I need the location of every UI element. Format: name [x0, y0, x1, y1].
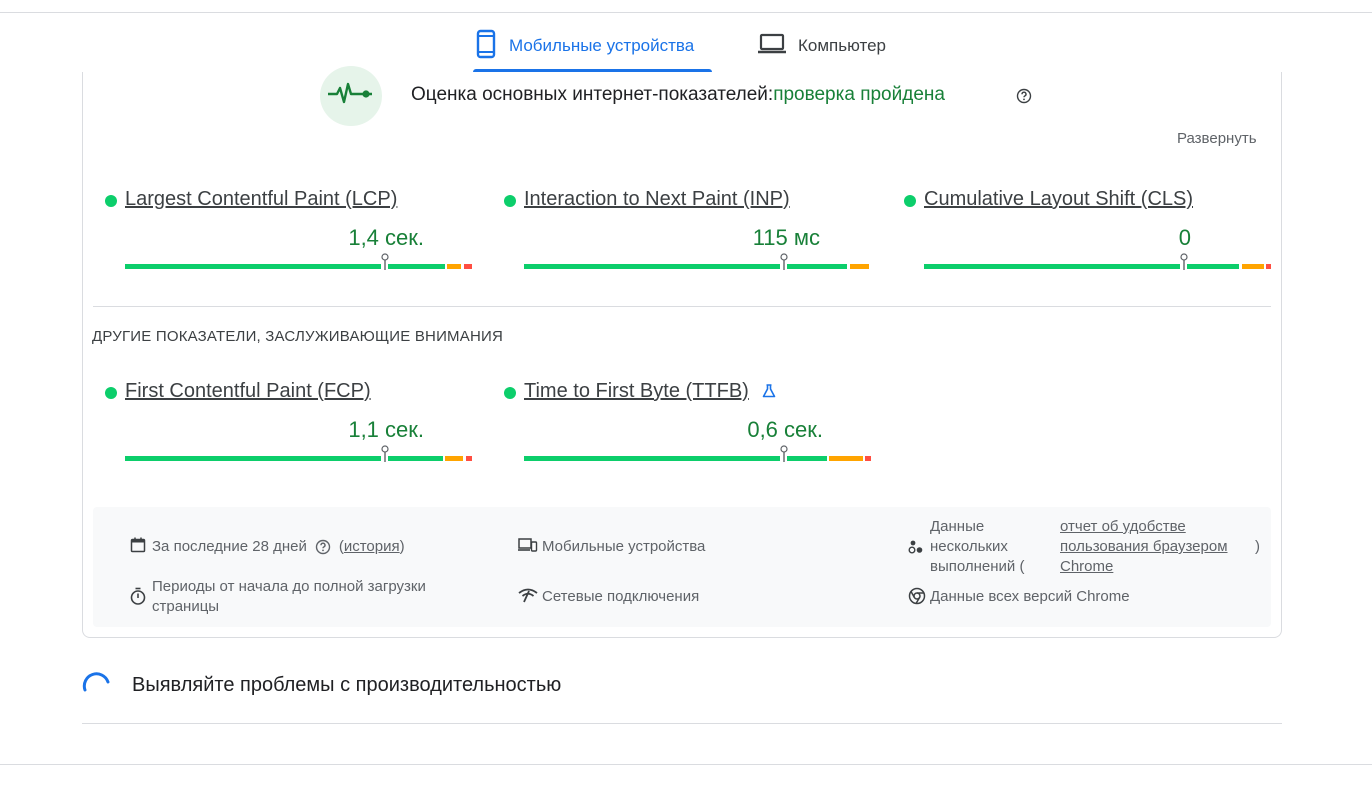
info-devices: Мобильные устройства [518, 537, 705, 559]
metric-name[interactable]: Interaction to Next Paint (INP) [524, 188, 790, 211]
section-divider [82, 723, 1282, 724]
tab-mobile-label: Мобильные устройства [509, 36, 695, 55]
crux-report-link[interactable]: отчет об удобстве пользования браузером … [1060, 517, 1255, 577]
duration-label: Периоды от начала до полной загрузки стр… [152, 578, 426, 615]
diagnose-title[interactable]: Выявляйте проблемы с производительностью [132, 674, 561, 697]
samples-label: Данные нескольких выполнений ( [930, 518, 1025, 575]
section-divider [93, 306, 1271, 307]
status-dot [504, 387, 516, 399]
metric-value: 0,6 сек. [747, 417, 823, 442]
distribution-bar [524, 253, 869, 270]
metric-name[interactable]: Largest Contentful Paint (LCP) [125, 188, 397, 211]
metric-name[interactable]: First Contentful Paint (FCP) [125, 380, 371, 403]
phone-icon [475, 29, 497, 64]
devices-label: Мобильные устройства [542, 538, 706, 555]
expand-link[interactable]: Развернуть [1177, 130, 1257, 147]
metric-name[interactable]: Cumulative Layout Shift (CLS) [924, 188, 1193, 211]
status-dot [504, 195, 516, 207]
stopwatch-icon [130, 577, 152, 617]
tab-mobile[interactable]: Мобильные устройства [473, 20, 712, 72]
network-icon [518, 587, 542, 609]
flask-icon[interactable] [761, 383, 777, 404]
metric-value: 115 мс [752, 225, 820, 250]
distribution-bar [924, 253, 1271, 270]
cwv-status: проверка пройдена [773, 84, 945, 105]
network-label: Сетевые подключения [542, 588, 700, 605]
distribution-bar [125, 445, 472, 462]
period-label: За последние 28 дней [152, 538, 307, 555]
history-link[interactable]: история [344, 537, 400, 561]
bottom-divider [0, 764, 1372, 765]
metric-value: 0 [1178, 225, 1191, 250]
loading-spinner-icon [82, 670, 112, 705]
devices-icon [518, 537, 542, 559]
other-metrics-title: ДРУГИЕ ПОКАЗАТЕЛИ, ЗАСЛУЖИВАЮЩИЕ ВНИМАНИ… [92, 328, 504, 345]
samples-suffix: ) [1255, 538, 1260, 555]
cwv-badge [320, 66, 382, 126]
calendar-icon [130, 537, 152, 561]
info-samples: Данные нескольких выполнений ( отчет об … [908, 517, 1268, 577]
metric-value: 1,1 сек. [348, 417, 424, 442]
info-period: За последние 28 дней (история) [130, 537, 405, 561]
tab-desktop-label: Компьютер [798, 36, 886, 55]
pulse-icon [328, 82, 372, 104]
versions-label: Данные всех версий Chrome [930, 588, 1130, 605]
help-icon[interactable] [1016, 88, 1032, 109]
cwv-title-prefix: Оценка основных интернет-показателей: [411, 84, 774, 105]
top-divider [0, 12, 1372, 13]
device-tabs: Мобильные устройства Компьютер [473, 20, 886, 72]
laptop-icon [758, 33, 786, 60]
cwv-assessment-title: Оценка основных интернет-показателей:про… [411, 84, 945, 106]
samples-icon [908, 517, 930, 577]
status-dot [904, 195, 916, 207]
history-close: ) [399, 538, 405, 555]
distribution-bar [125, 253, 472, 270]
help-icon[interactable] [315, 539, 331, 561]
info-network: Сетевые подключения [518, 587, 699, 609]
info-versions: Данные всех версий Chrome [908, 587, 1130, 611]
status-dot [105, 387, 117, 399]
distribution-bar [524, 445, 871, 462]
status-dot [105, 195, 117, 207]
tab-desktop[interactable]: Компьютер [756, 20, 886, 72]
info-duration: Периоды от начала до полной загрузки стр… [130, 577, 460, 617]
metric-name[interactable]: Time to First Byte (TTFB) [524, 380, 749, 403]
metric-value: 1,4 сек. [348, 225, 424, 250]
chrome-icon [908, 587, 930, 611]
